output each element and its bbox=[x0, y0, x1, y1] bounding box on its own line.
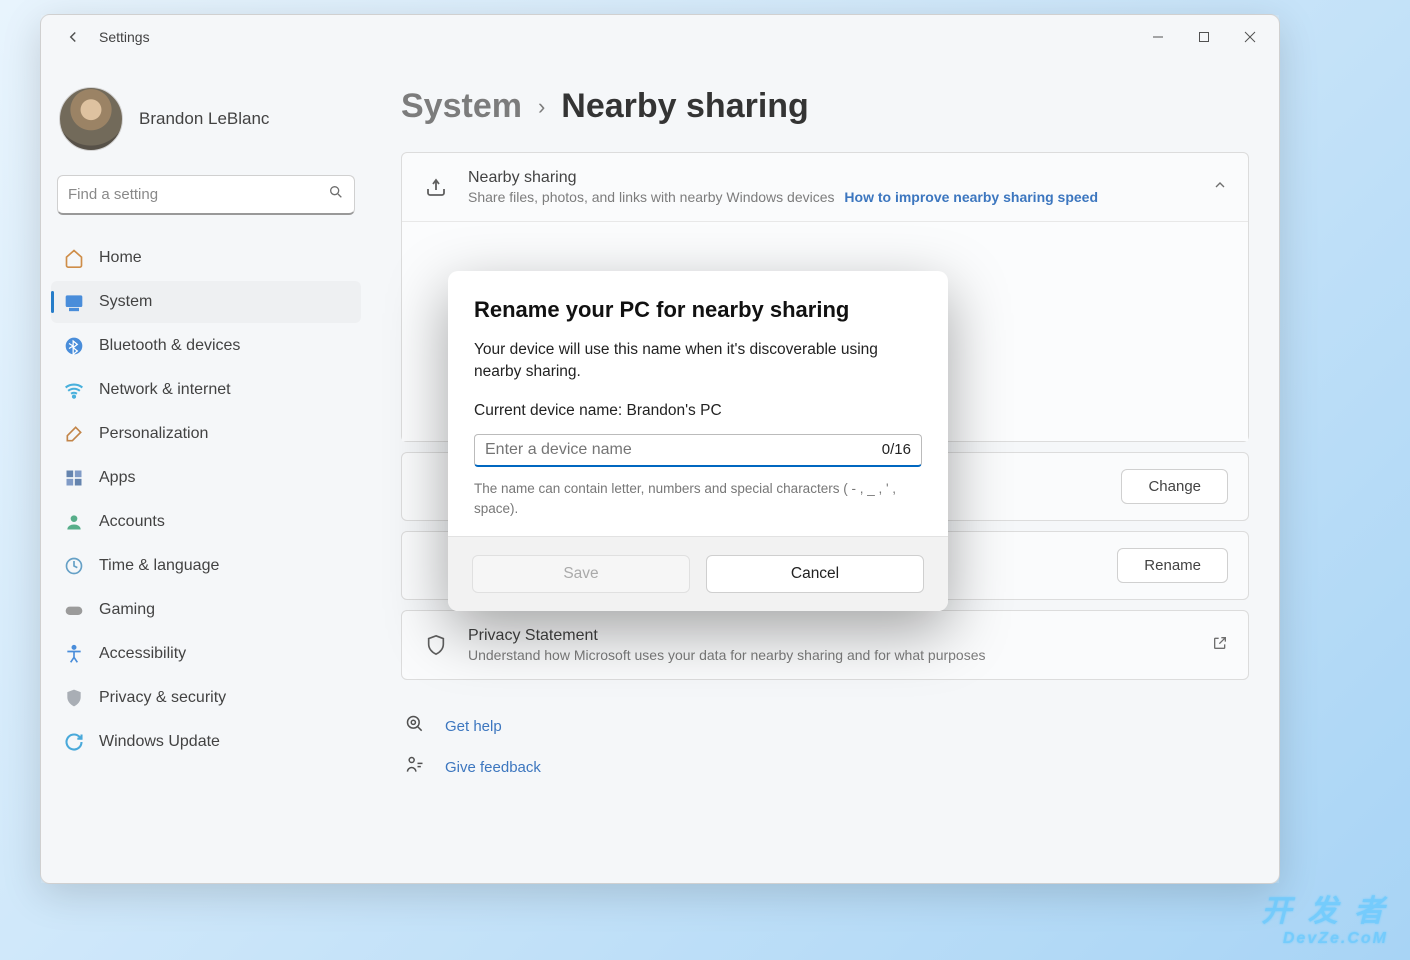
gamepad-icon bbox=[63, 599, 85, 621]
sidebar-item-home[interactable]: Home bbox=[51, 237, 361, 279]
paintbrush-icon bbox=[63, 423, 85, 445]
give-feedback-row[interactable]: Give feedback bbox=[401, 747, 1249, 788]
minimize-button[interactable] bbox=[1135, 21, 1181, 53]
cancel-button[interactable]: Cancel bbox=[706, 555, 924, 593]
rename-button[interactable]: Rename bbox=[1117, 548, 1228, 583]
help-icon bbox=[405, 714, 425, 739]
change-button[interactable]: Change bbox=[1121, 469, 1228, 504]
sidebar-item-system[interactable]: System bbox=[51, 281, 361, 323]
watermark: 开 发 者 DevZe.CoM bbox=[1261, 886, 1388, 948]
shield-icon bbox=[63, 687, 85, 709]
maximize-icon bbox=[1198, 31, 1210, 43]
get-help-row[interactable]: Get help bbox=[401, 706, 1249, 747]
sidebar-item-personalization[interactable]: Personalization bbox=[51, 413, 361, 455]
sidebar-item-label: Home bbox=[99, 249, 142, 267]
modal-description: Your device will use this name when it's… bbox=[474, 339, 922, 384]
sidebar-item-label: System bbox=[99, 293, 152, 311]
titlebar: Settings bbox=[41, 15, 1279, 59]
person-icon bbox=[63, 511, 85, 533]
share-icon bbox=[422, 175, 450, 199]
update-icon bbox=[63, 731, 85, 753]
device-name-input-wrap[interactable]: 0/16 bbox=[474, 434, 922, 467]
sidebar-item-apps[interactable]: Apps bbox=[51, 457, 361, 499]
get-help-link[interactable]: Get help bbox=[445, 718, 502, 735]
search-icon bbox=[328, 184, 344, 205]
card-title: Nearby sharing bbox=[468, 169, 1184, 187]
clock-globe-icon bbox=[63, 555, 85, 577]
close-icon bbox=[1244, 31, 1256, 43]
card-title: Privacy Statement bbox=[468, 627, 1184, 645]
breadcrumb-separator: › bbox=[538, 94, 545, 120]
maximize-button[interactable] bbox=[1181, 21, 1227, 53]
sidebar-item-network[interactable]: Network & internet bbox=[51, 369, 361, 411]
card-privacy-statement[interactable]: Privacy Statement Understand how Microso… bbox=[401, 610, 1249, 680]
settings-window: Settings Brandon LeBlanc bbox=[40, 14, 1280, 884]
modal-footer: Save Cancel bbox=[448, 536, 948, 611]
search-input[interactable] bbox=[68, 186, 328, 203]
sidebar-item-bluetooth[interactable]: Bluetooth & devices bbox=[51, 325, 361, 367]
apps-icon bbox=[63, 467, 85, 489]
nav: Home System Bluetooth & devices Network … bbox=[51, 237, 361, 763]
page-title: Nearby sharing bbox=[561, 87, 809, 126]
char-counter: 0/16 bbox=[882, 441, 911, 458]
card-subtitle: Share files, photos, and links with near… bbox=[468, 189, 835, 205]
rename-pc-modal: Rename your PC for nearby sharing Your d… bbox=[448, 271, 948, 611]
close-button[interactable] bbox=[1227, 21, 1273, 53]
avatar bbox=[59, 87, 123, 151]
accessibility-icon bbox=[63, 643, 85, 665]
give-feedback-link[interactable]: Give feedback bbox=[445, 759, 541, 776]
sidebar-item-label: Windows Update bbox=[99, 733, 220, 751]
sidebar-item-windows-update[interactable]: Windows Update bbox=[51, 721, 361, 763]
sidebar: Brandon LeBlanc Home System bbox=[41, 59, 371, 883]
breadcrumb-parent[interactable]: System bbox=[401, 87, 522, 126]
breadcrumb: System › Nearby sharing bbox=[401, 87, 1249, 126]
system-icon bbox=[63, 291, 85, 313]
wifi-icon bbox=[63, 379, 85, 401]
sidebar-item-label: Apps bbox=[99, 469, 135, 487]
window-title: Settings bbox=[99, 29, 150, 45]
device-name-input[interactable] bbox=[485, 441, 882, 459]
sidebar-item-label: Accessibility bbox=[99, 645, 186, 663]
sidebar-item-accounts[interactable]: Accounts bbox=[51, 501, 361, 543]
sidebar-item-label: Time & language bbox=[99, 557, 219, 575]
how-to-improve-link[interactable]: How to improve nearby sharing speed bbox=[844, 189, 1098, 205]
external-link-icon bbox=[1212, 635, 1228, 656]
sidebar-item-privacy[interactable]: Privacy & security bbox=[51, 677, 361, 719]
sidebar-item-label: Gaming bbox=[99, 601, 155, 619]
user-name: Brandon LeBlanc bbox=[139, 109, 269, 129]
sidebar-item-accessibility[interactable]: Accessibility bbox=[51, 633, 361, 675]
modal-current-name: Current device name: Brandon's PC bbox=[474, 402, 922, 420]
card-subtitle: Understand how Microsoft uses your data … bbox=[468, 647, 1184, 663]
sidebar-item-label: Network & internet bbox=[99, 381, 231, 399]
sidebar-item-time-language[interactable]: Time & language bbox=[51, 545, 361, 587]
sidebar-item-label: Privacy & security bbox=[99, 689, 226, 707]
privacy-shield-icon bbox=[422, 634, 450, 656]
arrow-left-icon bbox=[64, 28, 82, 46]
minimize-icon bbox=[1152, 31, 1164, 43]
bluetooth-icon bbox=[63, 335, 85, 357]
home-icon bbox=[63, 247, 85, 269]
search-box[interactable] bbox=[57, 175, 355, 215]
sidebar-item-gaming[interactable]: Gaming bbox=[51, 589, 361, 631]
sidebar-item-label: Personalization bbox=[99, 425, 208, 443]
sidebar-item-label: Bluetooth & devices bbox=[99, 337, 240, 355]
modal-title: Rename your PC for nearby sharing bbox=[474, 297, 922, 323]
sidebar-item-label: Accounts bbox=[99, 513, 165, 531]
save-button[interactable]: Save bbox=[472, 555, 690, 593]
profile-block[interactable]: Brandon LeBlanc bbox=[51, 77, 361, 175]
back-button[interactable] bbox=[53, 17, 93, 57]
feedback-icon bbox=[405, 755, 425, 780]
modal-hint: The name can contain letter, numbers and… bbox=[474, 479, 922, 518]
chevron-up-icon[interactable] bbox=[1212, 177, 1228, 198]
